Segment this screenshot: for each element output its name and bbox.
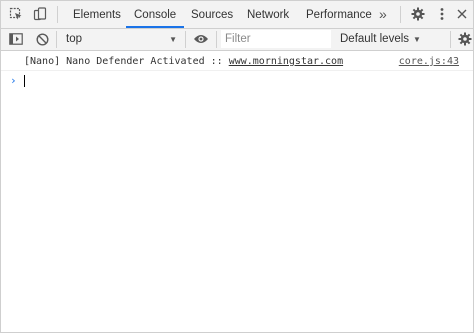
console-output[interactable]: [Nano] Nano Defender Activated :: www.mo… <box>1 51 473 332</box>
console-message: [Nano] Nano Defender Activated :: www.mo… <box>1 53 473 71</box>
toolbar-divider <box>400 6 401 23</box>
prompt-chevron-icon: › <box>10 74 17 87</box>
tab-network[interactable]: Network <box>247 1 289 28</box>
devtools-window: Elements Console Sources Network Perform… <box>0 0 474 333</box>
tab-performance[interactable]: Performance <box>306 1 372 28</box>
console-prompt[interactable]: › <box>1 72 473 89</box>
context-selector[interactable]: top ▼ <box>59 29 183 50</box>
tab-sources[interactable]: Sources <box>191 1 233 28</box>
close-icon[interactable] <box>453 5 471 23</box>
toolbar-divider <box>450 31 451 48</box>
console-message-prefix: [Nano] Nano Defender Activated :: <box>24 56 229 67</box>
inspect-element-icon[interactable] <box>7 5 25 23</box>
dropdown-arrow-icon: ▼ <box>413 35 421 44</box>
gear-icon[interactable] <box>409 5 427 23</box>
device-toolbar-icon[interactable] <box>31 5 49 23</box>
toolbar-divider <box>56 31 57 48</box>
more-tabs-button[interactable]: » <box>379 1 387 28</box>
log-levels-label: Default levels <box>340 33 410 45</box>
console-filter-toolbar: top ▼ Default levels▼ <box>1 29 473 51</box>
filter-input[interactable] <box>221 30 331 48</box>
eye-icon[interactable] <box>192 30 210 48</box>
toolbar-divider <box>185 31 186 48</box>
tab-elements[interactable]: Elements <box>73 1 121 28</box>
console-message-link[interactable]: www.morningstar.com <box>229 56 343 67</box>
devtools-tab-toolbar: Elements Console Sources Network Perform… <box>1 1 473 29</box>
kebab-menu-icon[interactable] <box>433 5 451 23</box>
clear-console-icon[interactable] <box>33 30 51 48</box>
toolbar-divider <box>216 31 217 48</box>
dropdown-arrow-icon: ▼ <box>169 35 177 44</box>
context-selector-value: top <box>66 33 82 45</box>
console-message-text: [Nano] Nano Defender Activated :: www.mo… <box>24 53 343 70</box>
gear-icon[interactable] <box>456 30 473 48</box>
console-message-source-link[interactable]: core.js:43 <box>399 53 459 70</box>
toolbar-divider <box>57 6 58 23</box>
text-caret <box>24 75 25 87</box>
tab-console[interactable]: Console <box>126 1 185 28</box>
sidebar-toggle-icon[interactable] <box>7 30 25 48</box>
log-levels-dropdown[interactable]: Default levels ▼ <box>340 29 421 50</box>
